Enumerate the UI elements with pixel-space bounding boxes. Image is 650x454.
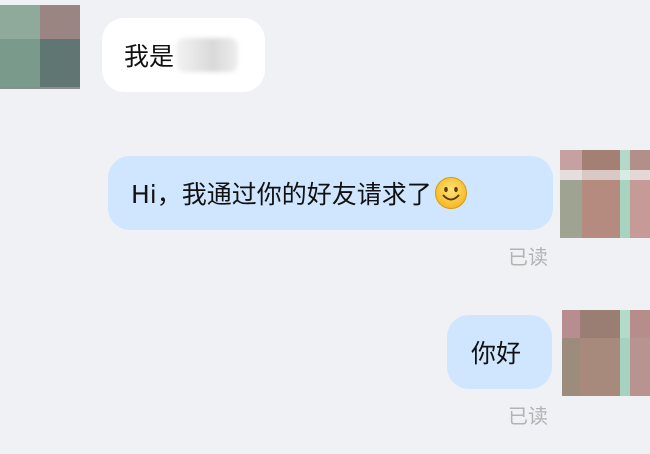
smile-icon — [434, 177, 467, 209]
my-avatar[interactable] — [562, 310, 650, 396]
my-avatar[interactable] — [560, 150, 650, 238]
message-text: 我是 — [124, 42, 175, 71]
redacted-name — [176, 38, 239, 72]
read-receipt: 已读 — [508, 245, 548, 269]
received-message-bubble[interactable]: 我是 — [102, 18, 265, 92]
contact-avatar[interactable] — [0, 5, 80, 89]
sent-message-bubble[interactable]: Hi，我通过你的好友请求了 — [108, 156, 553, 230]
read-receipt: 已读 — [508, 404, 548, 428]
message-text: 你好 — [471, 339, 522, 368]
sent-message-bubble[interactable]: 你好 — [447, 315, 552, 389]
message-text: Hi，我通过你的好友请求了 — [131, 180, 432, 209]
